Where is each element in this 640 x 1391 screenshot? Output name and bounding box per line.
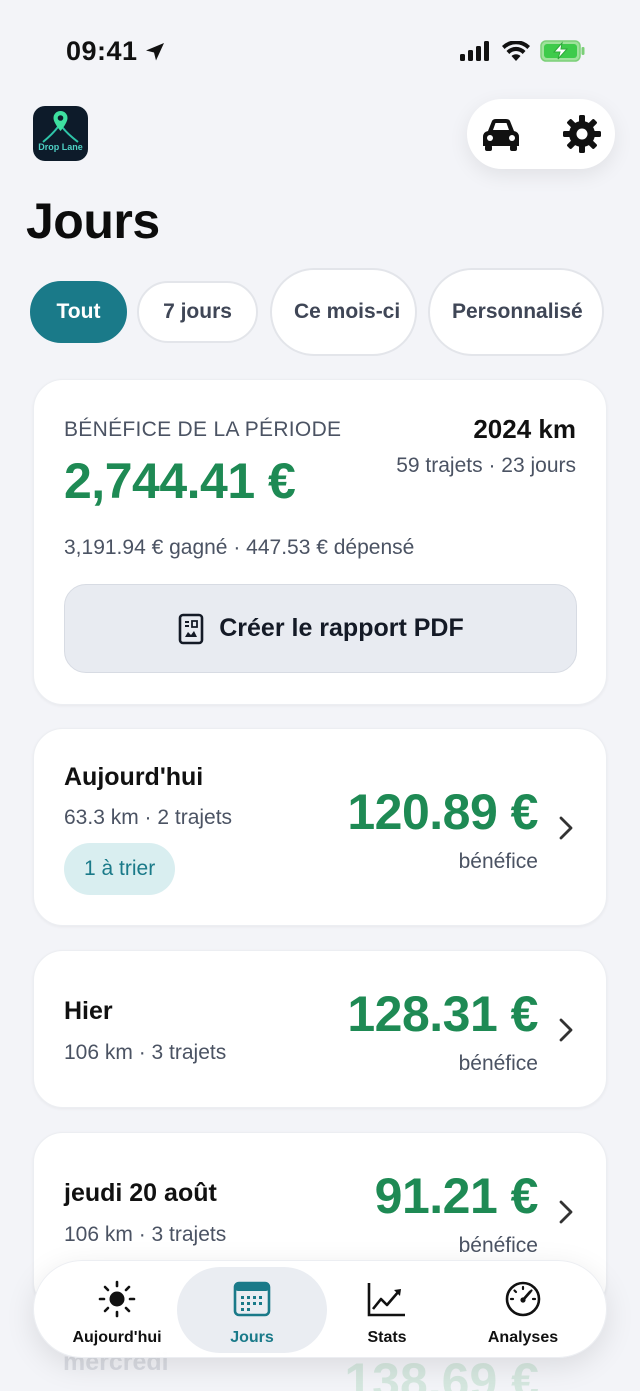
filter-chip-this-month-label: Ce mois-ci xyxy=(294,300,401,323)
tab-days-label: Jours xyxy=(230,1329,274,1346)
status-icons xyxy=(460,40,586,62)
filter-chip-this-month[interactable]: Ce mois-ci xyxy=(270,268,417,356)
chevron-right-icon xyxy=(559,1018,573,1042)
gauge-icon xyxy=(505,1281,541,1317)
tab-analyses-label: Analyses xyxy=(487,1329,559,1346)
day-card-yesterday[interactable]: Hier 106 km · 3 trajets 128.31 € bénéfic… xyxy=(33,950,607,1108)
chevron-right-icon xyxy=(559,816,573,840)
wifi-icon xyxy=(502,41,530,61)
day-title: jeudi 20 août xyxy=(64,1179,217,1207)
sun-icon xyxy=(98,1280,136,1318)
day-profit-label: bénéfice xyxy=(458,1234,538,1257)
filter-chip-all[interactable]: Tout xyxy=(30,281,127,343)
tab-analyses[interactable]: Analyses xyxy=(448,1267,598,1353)
period-trips-days: 59 trajets · 23 jours xyxy=(396,454,576,477)
tab-today-label: Aujourd'hui xyxy=(72,1329,162,1346)
page-title: Jours xyxy=(26,193,160,249)
settings-button[interactable] xyxy=(562,114,602,154)
day-distance-trips: 63.3 km · 2 trajets xyxy=(64,806,233,829)
bottom-tab-bar: Aujourd'hui Jours Stats Analyses xyxy=(33,1260,607,1358)
day-title: Hier xyxy=(64,997,113,1025)
tab-days[interactable]: Jours xyxy=(177,1267,327,1353)
period-distance: 2024 km xyxy=(473,414,576,444)
tab-stats-label: Stats xyxy=(367,1329,407,1346)
period-earned-spent: 3,191.94 € gagné · 447.53 € dépensé xyxy=(64,536,415,559)
status-bar: 09:41 xyxy=(0,0,640,100)
create-pdf-report-label: Créer le rapport PDF xyxy=(219,614,464,642)
period-summary-card: BÉNÉFICE DE LA PÉRIODE 2,744.41 € 2024 k… xyxy=(33,379,607,705)
day-profit-amount: 91.21 € xyxy=(374,1168,539,1224)
tab-today[interactable]: Aujourd'hui xyxy=(42,1267,192,1353)
top-actions xyxy=(467,99,615,169)
filter-chip-custom-label: Personnalisé xyxy=(452,300,583,323)
tab-stats[interactable]: Stats xyxy=(312,1267,462,1353)
document-report-icon xyxy=(178,613,204,644)
location-pin-icon xyxy=(42,111,79,143)
filter-chip-7-days[interactable]: 7 jours xyxy=(137,281,258,343)
status-time: 09:41 xyxy=(66,36,138,66)
period-profit-value: 2,744.41 € xyxy=(64,453,296,509)
day-distance-trips: 106 km · 3 trajets xyxy=(64,1041,227,1064)
day-card-today[interactable]: Aujourd'hui 63.3 km · 2 trajets 1 à trie… xyxy=(33,728,607,926)
day-profit-label: bénéfice xyxy=(458,1052,538,1075)
day-title: Aujourd'hui xyxy=(64,763,204,791)
day-profit-amount: 120.89 € xyxy=(347,784,538,840)
chart-icon xyxy=(367,1283,405,1317)
day-profit-amount: 128.31 € xyxy=(347,986,538,1042)
to-sort-badge[interactable]: 1 à trier xyxy=(64,843,176,895)
chevron-right-icon xyxy=(559,1200,573,1224)
filter-chip-custom[interactable]: Personnalisé xyxy=(428,268,604,356)
location-arrow-icon xyxy=(146,43,164,61)
car-icon xyxy=(483,119,519,151)
calendar-icon xyxy=(233,1281,271,1317)
app-logo: Drop Lane xyxy=(33,106,88,161)
signal-icon xyxy=(460,41,489,61)
app-logo-text: Drop Lane xyxy=(38,142,83,152)
gear-icon xyxy=(563,115,601,153)
period-profit-label: BÉNÉFICE DE LA PÉRIODE xyxy=(64,418,342,441)
vehicle-button[interactable] xyxy=(479,113,523,155)
battery-charging-icon xyxy=(540,40,585,62)
create-pdf-report-button[interactable]: Créer le rapport PDF xyxy=(64,584,577,673)
day-profit-label: bénéfice xyxy=(458,850,538,873)
day-distance-trips: 106 km · 3 trajets xyxy=(64,1223,227,1246)
